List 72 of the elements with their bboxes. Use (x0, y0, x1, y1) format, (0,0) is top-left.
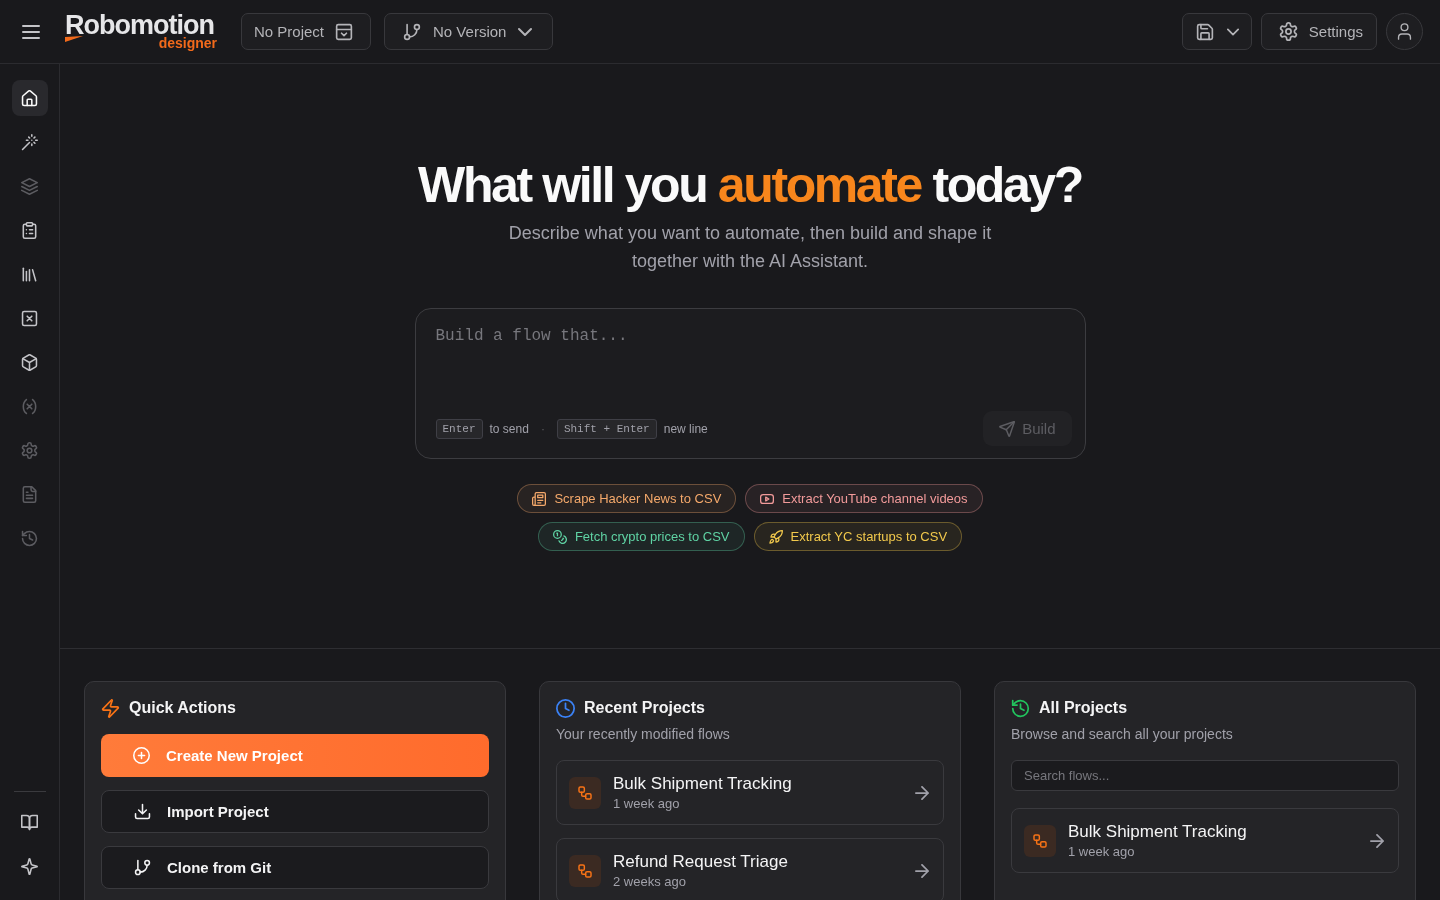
project-name: Refund Request Triage (613, 850, 789, 873)
layers-icon (21, 177, 38, 195)
prompt-input[interactable]: Build a flow that... (415, 309, 1085, 411)
workflow-icon (1024, 824, 1056, 857)
project-time: 2 weeks ago (613, 872, 687, 891)
card-title: Quick Actions (129, 699, 236, 717)
coins-icon (552, 529, 567, 544)
user-icon (1396, 23, 1413, 40)
action-button[interactable]: Import Project (101, 790, 489, 833)
suggestion-chip[interactable]: Extract YC startups to CSV (753, 522, 963, 551)
download-icon (134, 803, 151, 820)
books-icon (21, 265, 38, 283)
project-name: Bulk Shipment Tracking (1068, 820, 1248, 843)
logo-wordmark: Robomotion (65, 13, 214, 37)
send-icon (999, 420, 1016, 437)
hero-title: What will you automate today? (418, 156, 1082, 215)
logo-tagline: designer (158, 36, 217, 50)
project-picker[interactable]: No Project (241, 13, 372, 50)
git-branch-icon (403, 22, 422, 41)
settings-button[interactable]: Settings (1260, 13, 1377, 50)
git-branch-icon (134, 859, 151, 876)
menu-button[interactable] (22, 22, 40, 41)
suggestion-chip[interactable]: Extract YouTube channel videos (745, 484, 983, 513)
card-subtitle: Your recently modified flows (556, 725, 731, 744)
hint-text: to send (489, 421, 529, 436)
arrow-right-icon (915, 785, 929, 800)
suggestion-chip[interactable]: Fetch crypto prices to CSV (537, 522, 745, 551)
project-item[interactable]: Bulk Shipment Tracking 1 week ago (1011, 808, 1399, 873)
settings-icon (21, 441, 38, 459)
rocket-icon (768, 529, 783, 544)
book-icon (21, 813, 38, 831)
box-chevron-icon (335, 22, 354, 41)
swoosh-icon (65, 36, 83, 42)
square-x-icon (21, 309, 38, 327)
account-button[interactable] (1386, 13, 1423, 50)
hero-subtitle: Describe what you want to automate, then build and shape it together with the AI Assistant. (507, 222, 993, 273)
sparkle-icon (21, 857, 38, 875)
save-icon (1195, 22, 1214, 41)
action-button[interactable]: Clone from Git (101, 846, 489, 889)
plus-circle-icon (133, 747, 150, 764)
variable-icon (21, 397, 38, 415)
history-icon (21, 529, 38, 547)
newspaper-icon (532, 491, 547, 506)
hint-text: new line (663, 421, 708, 436)
project-time: 1 week ago (1068, 842, 1136, 861)
arrow-right-icon (915, 863, 929, 878)
clipboard-icon (21, 221, 38, 239)
project-time: 1 week ago (613, 794, 681, 813)
version-picker[interactable]: No Version (384, 13, 554, 50)
project-name: Bulk Shipment Tracking (613, 772, 793, 795)
card-title: Recent Projects (584, 699, 705, 717)
video-play-icon (760, 491, 775, 506)
document-icon (21, 485, 38, 503)
workflow-icon (569, 776, 601, 809)
key-hint: Shift + Enter (556, 418, 657, 439)
settings-icon (1278, 22, 1298, 41)
home-icon (21, 89, 38, 107)
menu-icon (22, 22, 40, 41)
project-item[interactable]: Refund Request Triage 2 weeks ago (556, 838, 944, 900)
suggestion-chip[interactable]: Scrape Hacker News to CSV (517, 484, 737, 513)
workflow-icon (569, 854, 601, 887)
magic-wand-icon (21, 133, 38, 151)
save-button[interactable] (1181, 13, 1252, 50)
card-title: All Projects (1039, 699, 1128, 717)
search-field[interactable]: Search flows... (1011, 760, 1399, 791)
arrow-right-icon (1370, 833, 1384, 848)
project-item[interactable]: Bulk Shipment Tracking 1 week ago (556, 760, 944, 825)
sidebar-item[interactable] (11, 80, 48, 116)
card-subtitle: Browse and search all your projects (1011, 725, 1234, 744)
key-hint: Enter (435, 418, 483, 439)
package-icon (21, 353, 38, 371)
hint-separator: · (540, 421, 545, 436)
